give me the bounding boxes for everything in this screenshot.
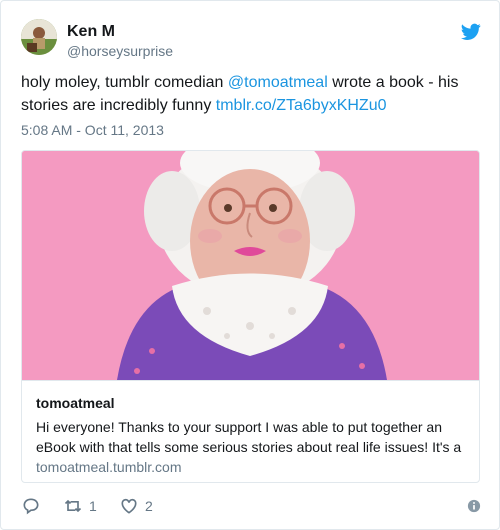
retweet-count: 1 <box>89 498 97 514</box>
like-button[interactable]: 2 <box>119 496 153 516</box>
like-count: 2 <box>145 498 153 514</box>
card-domain[interactable]: tomoatmeal.tumblr.com <box>36 459 182 475</box>
card-image[interactable] <box>22 151 479 380</box>
tweet-text-part: holy moley, tumblr comedian <box>21 74 228 91</box>
avatar-image <box>21 19 57 55</box>
link-card[interactable]: tomoatmeal Hi everyone! Thanks to your s… <box>21 150 480 483</box>
tweet-text: holy moley, tumblr comedian @tomoatmeal … <box>21 71 481 117</box>
card-description: Hi everyone! Thanks to your support I wa… <box>36 419 462 455</box>
tweet-actions: 1 2 <box>21 496 481 518</box>
retweet-icon <box>64 499 82 513</box>
card-body[interactable]: tomoatmeal Hi everyone! Thanks to your s… <box>22 380 479 482</box>
reply-button[interactable] <box>21 496 47 516</box>
avatar[interactable] <box>21 19 57 55</box>
grandma-illustration <box>22 151 479 380</box>
tweet-url-link[interactable]: tmblr.co/ZTa6byxKHZu0 <box>216 97 387 114</box>
tweet-embed: Ken M @horseysurprise holy moley, tumblr… <box>0 0 500 530</box>
tweet-timestamp[interactable]: 5:08 AM - Oct 11, 2013 <box>21 122 164 138</box>
mention-link[interactable]: @tomoatmeal <box>228 74 328 91</box>
tweet-header: Ken M @horseysurprise <box>21 19 481 61</box>
reply-icon <box>23 498 39 515</box>
heart-icon <box>121 498 137 514</box>
user-handle[interactable]: @horseysurprise <box>67 43 173 59</box>
retweet-button[interactable]: 1 <box>63 496 97 516</box>
info-icon[interactable] <box>467 499 481 513</box>
user-name[interactable]: Ken M <box>67 23 115 41</box>
twitter-bird-icon[interactable] <box>461 23 481 41</box>
card-title[interactable]: tomoatmeal <box>36 395 115 411</box>
